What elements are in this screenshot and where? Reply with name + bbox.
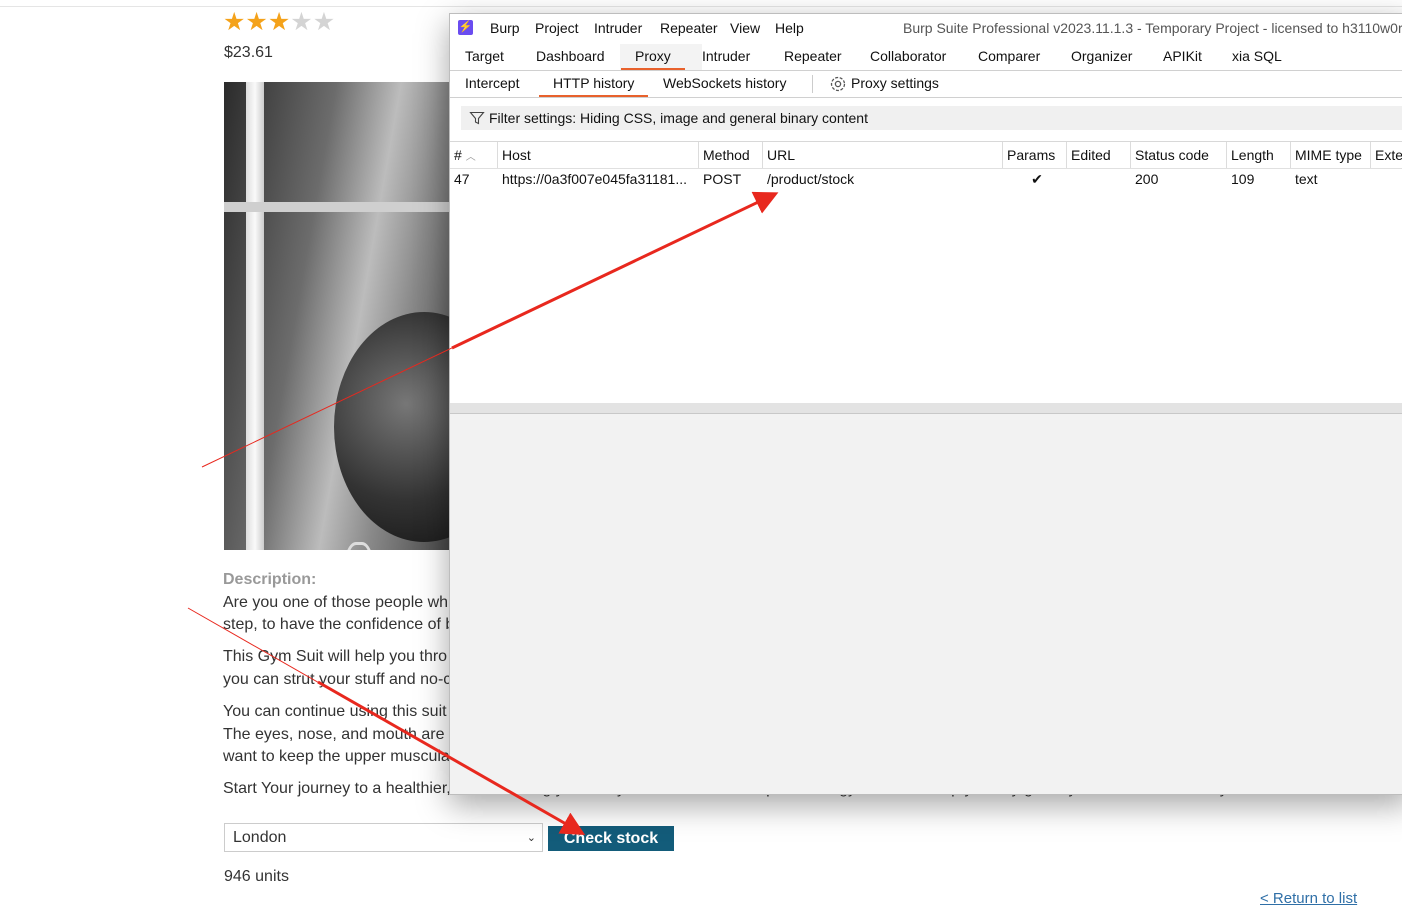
- product-price: $23.61: [224, 44, 273, 61]
- cell-host: https://0a3f007e045fa31181...: [502, 171, 688, 187]
- product-image: [224, 82, 464, 550]
- tab-dashboard[interactable]: Dashboard: [536, 48, 605, 64]
- star-filled-icon: ★: [223, 8, 246, 36]
- main-tab-bar: Target Dashboard Proxy Intruder Repeater…: [450, 44, 1402, 71]
- tab-xia-sql[interactable]: xia SQL: [1232, 48, 1282, 64]
- burp-logo-icon: ⚡: [458, 20, 473, 35]
- menu-help[interactable]: Help: [775, 20, 804, 36]
- tab-organizer[interactable]: Organizer: [1071, 48, 1132, 64]
- check-stock-button[interactable]: Check stock: [548, 826, 674, 851]
- stock-result: 946 units: [224, 868, 289, 885]
- star-filled-icon: ★: [245, 8, 268, 36]
- product-rating-stars: ★★★★★: [223, 9, 335, 35]
- tab-separator: [812, 75, 813, 93]
- tab-http-history[interactable]: HTTP history: [538, 75, 649, 97]
- tab-apikit[interactable]: APIKit: [1163, 48, 1202, 64]
- location-select-value: London: [233, 829, 287, 846]
- column-header-number[interactable]: # ︿: [450, 142, 498, 168]
- page-top-divider: [0, 6, 1402, 7]
- star-filled-icon: ★: [267, 8, 291, 36]
- gear-icon[interactable]: [828, 74, 848, 94]
- cell-edited: [1067, 171, 1131, 191]
- chevron-down-icon: ⌄: [526, 832, 536, 844]
- tab-collaborator[interactable]: Collaborator: [870, 48, 946, 64]
- gym-rack-shape: [246, 82, 264, 550]
- proxy-tab-bar: Intercept HTTP history WebSockets histor…: [450, 71, 1402, 98]
- tab-repeater[interactable]: Repeater: [784, 48, 842, 64]
- column-header-edited[interactable]: Edited: [1067, 142, 1131, 168]
- star-empty-icon: ★: [290, 8, 313, 36]
- tab-proxy[interactable]: Proxy: [621, 48, 685, 70]
- star-empty-icon: ★: [312, 8, 336, 36]
- column-header-length[interactable]: Length: [1227, 142, 1291, 168]
- menu-intruder[interactable]: Intruder: [594, 20, 642, 36]
- sort-ascending-icon: ︿: [465, 152, 476, 163]
- header-divider: [450, 168, 1402, 169]
- cell-method: POST: [703, 171, 742, 187]
- column-header-url[interactable]: URL: [763, 142, 1003, 168]
- filter-settings-text: Filter settings: Hiding CSS, image and g…: [489, 110, 868, 126]
- filter-bar[interactable]: Filter settings: Hiding CSS, image and g…: [461, 106, 1402, 130]
- column-header-host[interactable]: Host: [498, 142, 699, 168]
- tab-websockets-history[interactable]: WebSockets history: [663, 75, 786, 91]
- cell-mime-type: text: [1295, 171, 1318, 187]
- return-to-list-link[interactable]: < Return to list: [1260, 890, 1357, 907]
- cell-params-check: ✔: [1031, 171, 1043, 187]
- column-header-status-code[interactable]: Status code: [1131, 142, 1227, 168]
- window-title: Burp Suite Professional v2023.11.1.3 - T…: [903, 20, 1402, 36]
- column-header-params[interactable]: Params: [1003, 142, 1067, 168]
- cell-extension: [1371, 171, 1402, 191]
- column-header-method[interactable]: Method: [699, 142, 763, 168]
- cell-number: 47: [454, 171, 470, 187]
- location-select[interactable]: London ⌄: [224, 823, 543, 852]
- menu-project[interactable]: Project: [535, 20, 579, 36]
- cell-length: 109: [1231, 171, 1255, 187]
- column-header-mime-type[interactable]: MIME type: [1291, 142, 1371, 168]
- menu-view[interactable]: View: [730, 20, 760, 36]
- filter-icon: [469, 111, 485, 125]
- cell-status-code: 200: [1135, 171, 1159, 187]
- http-history-table: # ︿ Host Method URL Params Edited Status …: [450, 141, 1402, 404]
- burp-title-bar: ⚡ Burp Project Intruder Repeater View He…: [450, 14, 1402, 42]
- chain-shape: [344, 542, 374, 550]
- request-response-pane: [450, 414, 1402, 794]
- tab-intruder[interactable]: Intruder: [702, 48, 750, 64]
- tab-target[interactable]: Target: [465, 48, 504, 64]
- column-header-extension[interactable]: Exten: [1371, 142, 1402, 168]
- menu-repeater[interactable]: Repeater: [660, 20, 718, 36]
- gym-bar-shape: [224, 202, 464, 212]
- muscle-shape: [334, 312, 464, 542]
- proxy-settings-label[interactable]: Proxy settings: [851, 75, 939, 91]
- pane-splitter[interactable]: [450, 403, 1402, 414]
- cell-url: /product/stock: [767, 171, 855, 187]
- tab-comparer[interactable]: Comparer: [978, 48, 1040, 64]
- description-title: Description:: [223, 571, 317, 588]
- menu-burp[interactable]: Burp: [490, 20, 520, 36]
- tab-intercept[interactable]: Intercept: [465, 75, 519, 91]
- burp-suite-window: ⚡ Burp Project Intruder Repeater View He…: [449, 13, 1402, 795]
